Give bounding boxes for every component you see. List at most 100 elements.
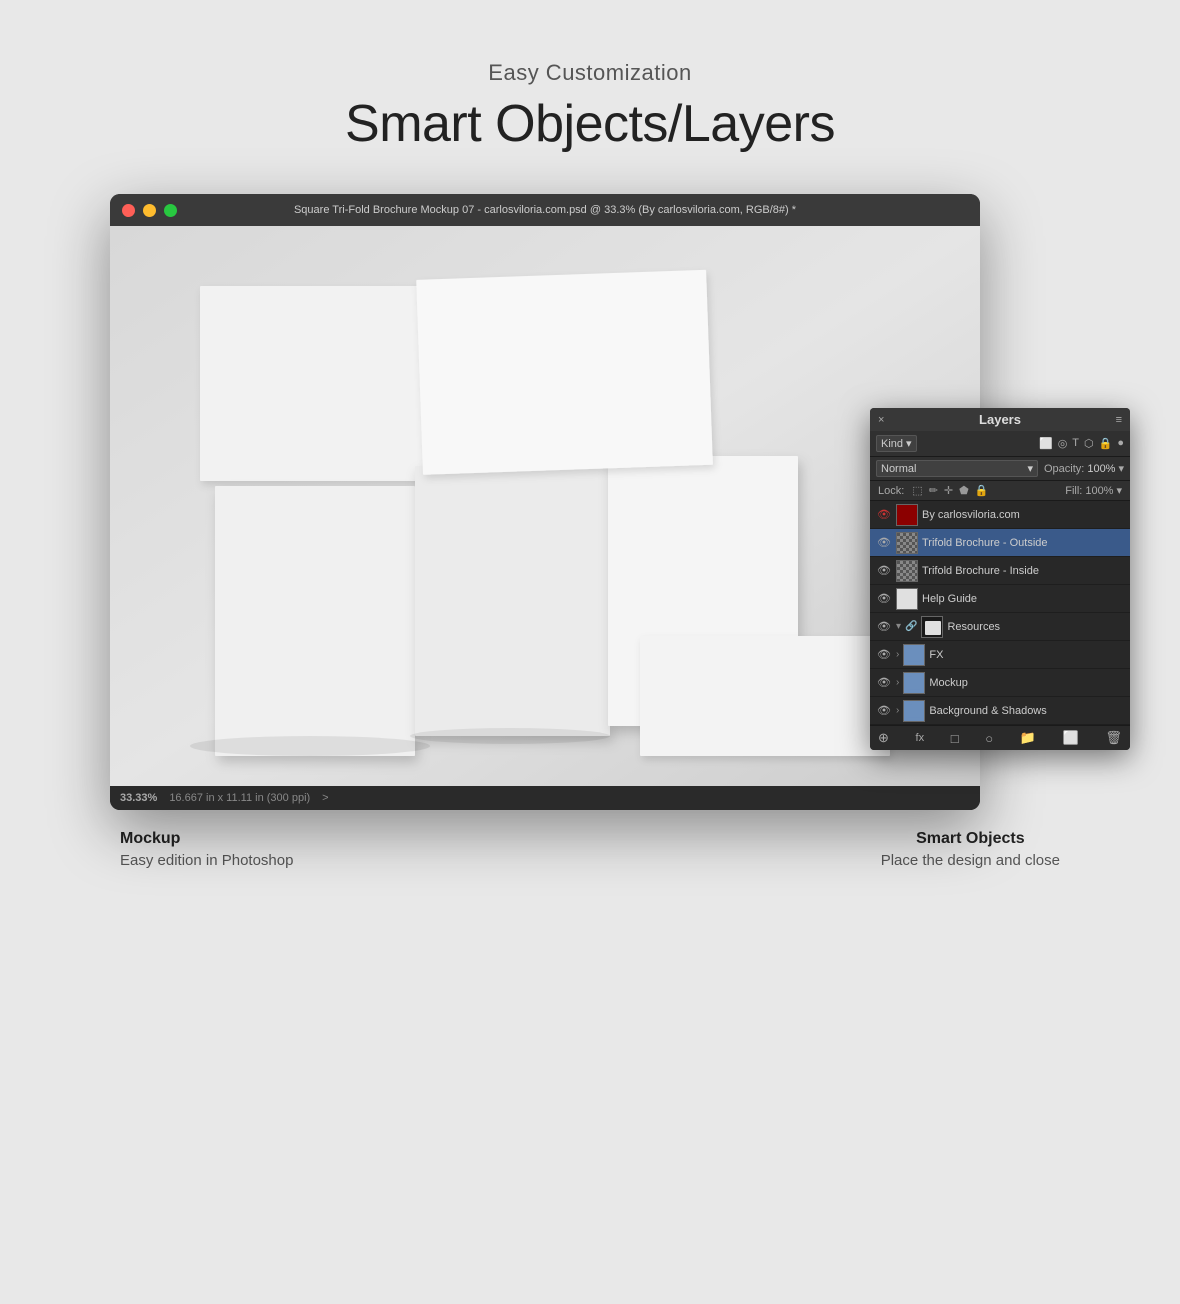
filter-dropdown-arrow: ▾	[906, 437, 912, 450]
captions-row: Mockup Easy edition in Photoshop Smart O…	[110, 830, 1070, 869]
rect-icon[interactable]: □	[951, 731, 959, 746]
ps-window: Square Tri-Fold Brochure Mockup 07 - car…	[110, 194, 980, 810]
caption-left-text: Easy edition in Photoshop	[120, 852, 293, 869]
header-section: Easy Customization Smart Objects/Layers	[345, 60, 835, 154]
filter-adjust-icon[interactable]: ◎	[1058, 437, 1068, 450]
layer-name: Resources	[947, 621, 1124, 633]
ps-titlebar: Square Tri-Fold Brochure Mockup 07 - car…	[110, 194, 980, 226]
layer-visibility-icon[interactable]: 👁	[876, 563, 892, 579]
layer-visibility-icon[interactable]: 👁	[876, 703, 892, 719]
layer-name: Background & Shadows	[929, 705, 1124, 717]
opacity-label: Opacity:	[1044, 463, 1084, 475]
new-layer-icon[interactable]: ⬜	[1063, 730, 1079, 746]
document-dimensions: 16.667 in x 11.11 in (300 ppi)	[169, 792, 310, 804]
opacity-row: Opacity: 100% ▾	[1044, 462, 1124, 475]
layers-panel-bottom: ⊕ fx □ ○ 📁 ⬜ 🗑	[870, 725, 1130, 750]
header-title: Smart Objects/Layers	[345, 94, 835, 154]
layer-thumbnail	[896, 560, 918, 582]
opacity-value: 100%	[1087, 463, 1115, 475]
ps-statusbar: 33.33% 16.667 in x 11.11 in (300 ppi) >	[110, 786, 980, 810]
zoom-level: 33.33%	[120, 792, 157, 804]
layer-visibility-icon[interactable]: 👁	[876, 535, 892, 551]
filter-smart-icon[interactable]: 🔒	[1099, 437, 1113, 450]
caption-right-text: Place the design and close	[881, 852, 1060, 869]
layer-item[interactable]: 👁 By carlosviloria.com	[870, 501, 1130, 529]
filter-pixel-icon[interactable]: ⬜	[1039, 437, 1053, 450]
panel-title: Layers	[979, 412, 1021, 427]
window-title: Square Tri-Fold Brochure Mockup 07 - car…	[294, 204, 796, 216]
layer-name: By carlosviloria.com	[922, 509, 1124, 521]
layer-visibility-icon[interactable]: 👁	[876, 619, 892, 635]
layer-visibility-icon[interactable]: 👁	[876, 507, 892, 523]
layer-item[interactable]: 👁 Help Guide	[870, 585, 1130, 613]
folder-icon[interactable]: 📁	[1020, 730, 1036, 746]
layer-visibility-icon[interactable]: 👁	[876, 591, 892, 607]
filter-dot-icon[interactable]: ●	[1117, 437, 1124, 450]
traffic-light-green[interactable]	[164, 204, 177, 217]
layer-expand-icon[interactable]: ›	[896, 649, 899, 660]
layer-thumbnail	[903, 700, 925, 722]
filter-icons: ⬜ ◎ T ⬡ 🔒 ●	[1039, 437, 1124, 450]
filter-kind-label: Kind	[881, 438, 903, 450]
layer-name: Trifold Brochure - Inside	[922, 565, 1124, 577]
layer-item[interactable]: 👁 › FX	[870, 641, 1130, 669]
lock-icons: ⬚ ✏ ✛ ⬟ 🔒	[912, 484, 988, 497]
caption-left: Mockup Easy edition in Photoshop	[120, 830, 293, 869]
layer-expand-icon[interactable]: ›	[896, 677, 899, 688]
layer-expand-icon[interactable]: ▾	[896, 621, 901, 632]
header-subtitle: Easy Customization	[345, 60, 835, 86]
layers-panel: × Layers ≡ Kind ▾ ⬜ ◎ T ⬡ 🔒 ● Normal ▾	[870, 408, 1130, 750]
caption-right-title: Smart Objects	[881, 830, 1060, 848]
fx-icon[interactable]: fx	[916, 732, 925, 744]
panel-close-icon[interactable]: ×	[878, 414, 884, 426]
traffic-light-red[interactable]	[122, 204, 135, 217]
layers-panel-header: × Layers ≡	[870, 408, 1130, 431]
layer-item[interactable]: 👁 Trifold Brochure - Outside	[870, 529, 1130, 557]
trash-icon[interactable]: 🗑	[1105, 730, 1122, 746]
layer-name: Trifold Brochure - Outside	[922, 537, 1124, 549]
layer-item[interactable]: 👁 Trifold Brochure - Inside	[870, 557, 1130, 585]
layer-item[interactable]: 👁 › Background & Shadows	[870, 697, 1130, 725]
layer-thumbnail	[903, 672, 925, 694]
lock-label: Lock:	[878, 485, 904, 497]
main-content: Square Tri-Fold Brochure Mockup 07 - car…	[110, 194, 1070, 810]
panel-menu-icon[interactable]: ≡	[1116, 414, 1122, 426]
layers-filter-row: Kind ▾ ⬜ ◎ T ⬡ 🔒 ●	[870, 431, 1130, 457]
lock-all-icon[interactable]: 🔒	[975, 484, 989, 497]
layers-lock-row: Lock: ⬚ ✏ ✛ ⬟ 🔒 Fill: 100% ▾	[870, 481, 1130, 501]
caption-left-title: Mockup	[120, 830, 293, 848]
layers-blend-row: Normal ▾ Opacity: 100% ▾	[870, 457, 1130, 481]
fill-value: 100%	[1085, 485, 1113, 497]
fill-row: Fill: 100% ▾	[1065, 484, 1122, 497]
layer-item[interactable]: 👁 ▾ 🔗 Resources	[870, 613, 1130, 641]
layer-name: FX	[929, 649, 1124, 661]
circle-icon[interactable]: ○	[985, 731, 993, 746]
blend-mode-select[interactable]: Normal ▾	[876, 460, 1038, 477]
blend-mode-label: Normal	[881, 463, 916, 475]
layer-expand-icon[interactable]: ›	[896, 705, 899, 716]
layer-thumbnail	[896, 532, 918, 554]
layer-thumbnail	[921, 616, 943, 638]
layer-item[interactable]: 👁 › Mockup	[870, 669, 1130, 697]
filter-shape-icon[interactable]: ⬡	[1084, 437, 1094, 450]
layer-thumbnail	[903, 644, 925, 666]
go-icon[interactable]: ⊕	[878, 730, 889, 746]
layer-visibility-icon[interactable]: 👁	[876, 675, 892, 691]
traffic-light-yellow[interactable]	[143, 204, 156, 217]
fill-label: Fill:	[1065, 485, 1082, 497]
lock-pixel-icon[interactable]: ⬚	[912, 484, 922, 497]
layers-list: 👁 By carlosviloria.com 👁 Trifold Brochur…	[870, 501, 1130, 725]
status-arrow: >	[322, 792, 328, 804]
lock-draw-icon[interactable]: ✏	[929, 484, 938, 497]
filter-type-icon[interactable]: T	[1072, 437, 1079, 450]
layer-visibility-icon[interactable]: 👁	[876, 647, 892, 663]
layer-thumbnail	[896, 588, 918, 610]
mockup-scene	[110, 226, 980, 786]
lock-artboard-icon[interactable]: ⬟	[959, 484, 969, 497]
ps-canvas	[110, 226, 980, 786]
layer-name: Help Guide	[922, 593, 1124, 605]
layer-link-icon: 🔗	[905, 621, 917, 632]
lock-move-icon[interactable]: ✛	[944, 484, 953, 497]
filter-kind-select[interactable]: Kind ▾	[876, 435, 917, 452]
layer-thumbnail	[896, 504, 918, 526]
